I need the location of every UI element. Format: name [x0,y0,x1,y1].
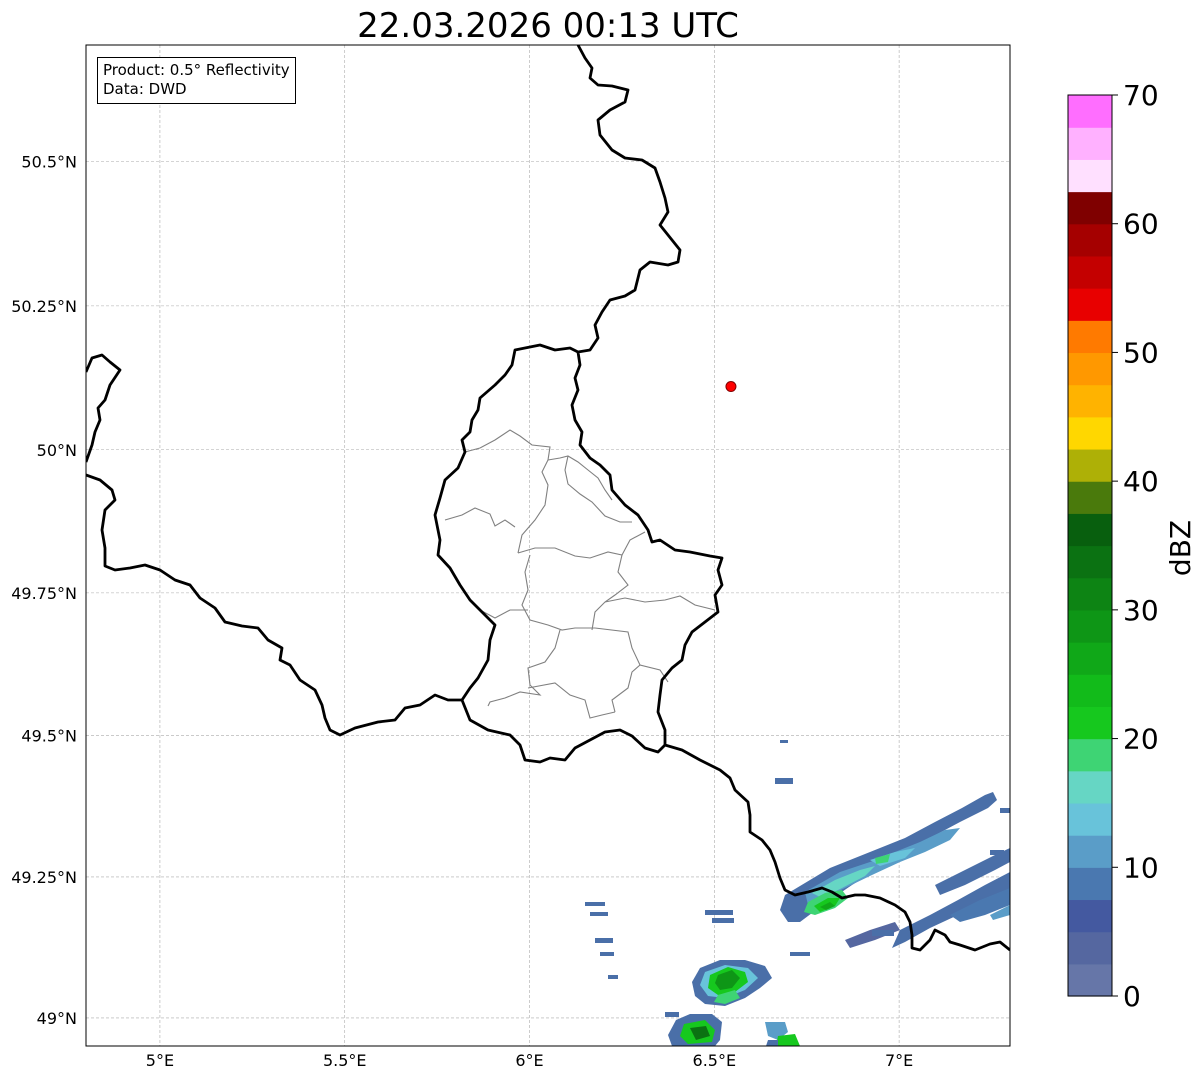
lat-tick-label: 49°N [37,1009,77,1028]
colorbar-swatch [1068,191,1112,225]
lon-tick-label: 5°E [146,1051,174,1070]
lat-tick-label: 49.75°N [11,584,77,603]
colorbar-swatch [1068,963,1112,997]
colorbar-swatch [1068,577,1112,611]
colorbar-tick-label: 40 [1123,465,1159,498]
lat-tick-label: 50.25°N [11,297,77,316]
colorbar-swatch [1068,127,1112,160]
colorbar-swatch [1068,867,1112,901]
colorbar-swatch [1068,255,1112,289]
colorbar-swatch [1068,674,1112,707]
product-info-box: Product: 0.5° Reflectivity Data: DWD [97,57,296,104]
colorbar [1067,94,1113,997]
colorbar-swatch [1068,931,1112,965]
colorbar-swatch [1068,738,1112,772]
colorbar-swatch [1068,223,1112,257]
colorbar-swatch [1068,384,1112,418]
radar-site-marker[interactable] [725,381,737,393]
colorbar-tick-label: 70 [1123,79,1159,112]
lat-tick-label: 49.25°N [11,868,77,887]
product-line: Product: 0.5° Reflectivity [103,61,290,79]
lon-tick-label: 7°E [885,1051,913,1070]
colorbar-swatch [1068,609,1112,643]
lat-tick-label: 50.5°N [21,152,77,171]
lon-tick-label: 5.5°E [323,1051,367,1070]
colorbar-tick-label: 30 [1123,594,1159,627]
colorbar-swatch [1068,802,1112,836]
colorbar-swatch [1068,513,1112,547]
colorbar-swatch [1068,706,1112,740]
colorbar-swatch [1068,770,1112,804]
colorbar-tick-label: 0 [1123,980,1141,1013]
lat-axis: 50.5°N 50.25°N 50°N 49.75°N 49.5°N 49.25°N 49°… [11,152,77,1028]
colorbar-swatch [1068,95,1112,128]
colorbar-swatch [1068,899,1112,933]
colorbar-tick-label: 50 [1123,336,1159,369]
lon-tick-label: 6°E [515,1051,543,1070]
data-source-line: Data: DWD [103,80,187,98]
echo-base [766,1040,778,1046]
colorbar-ticks: 0 10 20 30 40 50 60 70 [1112,79,1159,1013]
colorbar-swatch [1068,448,1112,482]
colorbar-swatch [1068,642,1112,675]
colorbar-swatch [1068,835,1112,868]
colorbar-swatch [1068,159,1112,193]
colorbar-tick-label: 60 [1123,208,1159,241]
colorbar-tick-label: 20 [1123,723,1159,756]
colorbar-swatch [1068,320,1112,354]
colorbar-swatch [1068,416,1112,450]
colorbar-swatch [1068,481,1112,514]
colorbar-swatch [1068,545,1112,579]
lat-tick-label: 49.5°N [21,726,77,745]
colorbar-swatch [1068,288,1112,321]
colorbar-label: dBZ [1164,520,1197,576]
colorbar-tick-label: 10 [1123,851,1159,884]
map-figure: 5°E 5.5°E 6°E 6.5°E 7°E 50.5°N 50.25°N 50°N 49.… [11,44,1197,1070]
lat-tick-label: 50°N [37,441,77,460]
colorbar-swatch [1068,352,1112,386]
lon-tick-label: 6.5°E [693,1051,737,1070]
lon-axis: 5°E 5.5°E 6°E 6.5°E 7°E [146,1051,913,1070]
